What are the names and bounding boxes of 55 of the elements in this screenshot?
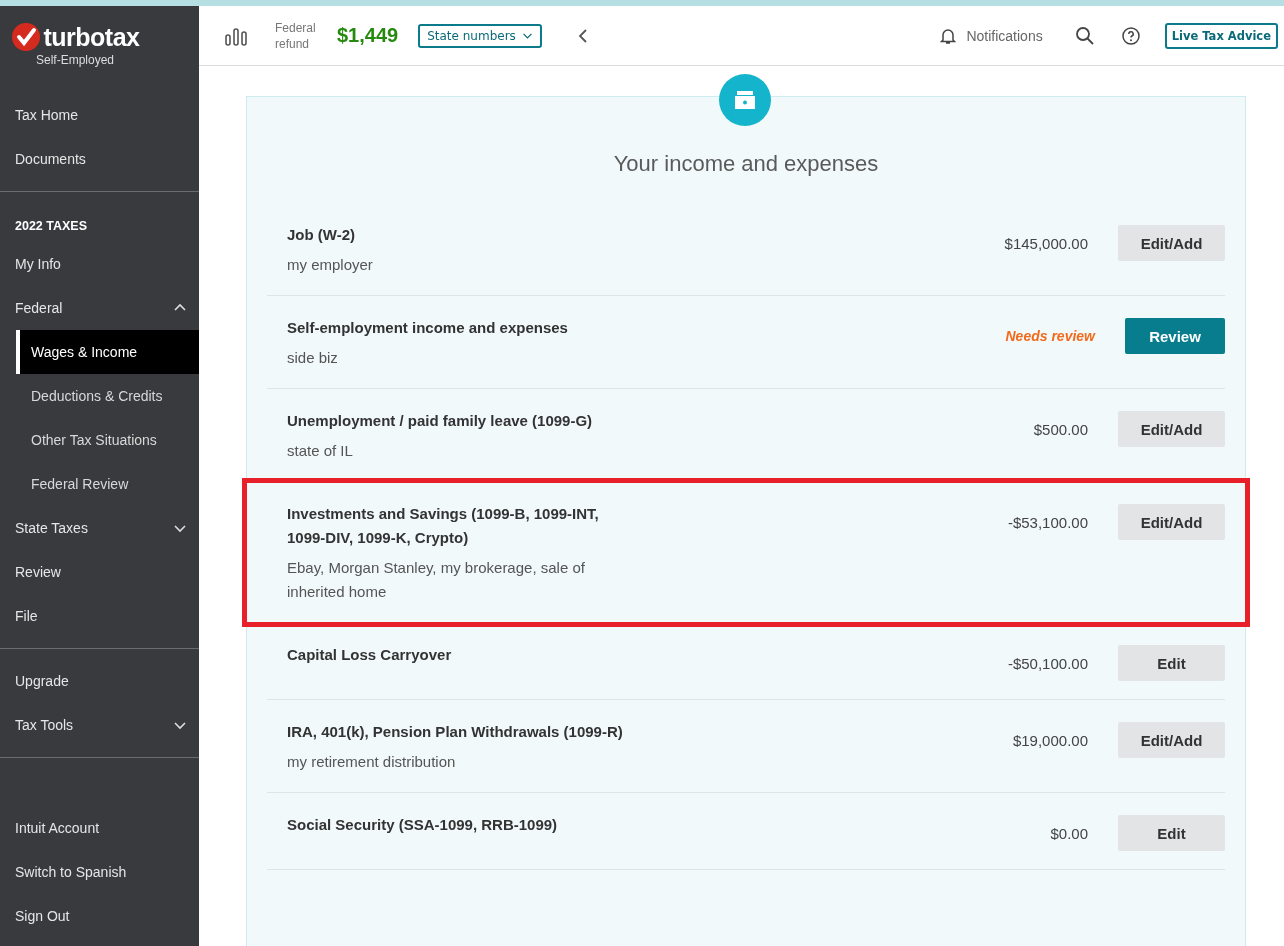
edit-button[interactable]: Edit (1118, 815, 1225, 851)
row-title: Self-employment income and expenses (287, 318, 569, 338)
review-status: Needs review (1005, 327, 1095, 344)
edit-button[interactable]: Edit/Add (1118, 411, 1225, 447)
panel-title: Your income and expenses (612, 151, 880, 177)
edit-button[interactable]: Edit (1118, 645, 1225, 681)
nav-item[interactable]: Upgrade (0, 659, 199, 703)
row-amount: $0.00 (1050, 824, 1088, 842)
checkmark-logo-icon (10, 22, 41, 52)
help-icon[interactable] (1120, 25, 1141, 46)
nav-item[interactable]: Tax Tools (0, 703, 199, 747)
edition-label: Self-Employed (35, 53, 114, 67)
row-amount: -$53,100.00 (1007, 513, 1088, 531)
nav-item[interactable]: Tax Home (0, 93, 199, 137)
row-title: Unemployment / paid family leave (1099-G) (287, 411, 594, 431)
nav-link[interactable]: Intuit Account (0, 806, 199, 850)
live-tax-advice-button[interactable]: Live Tax Advice (1164, 22, 1278, 49)
edit-button[interactable]: Edit/Add (1118, 722, 1225, 758)
nav-item[interactable]: File (0, 594, 199, 638)
row-subtitle: my employer (287, 255, 374, 275)
row-title: Capital Loss Carryover (287, 645, 453, 665)
nav-link[interactable]: Switch to Spanish (0, 850, 199, 894)
bar-chart-icon[interactable] (225, 25, 247, 46)
refund-amount: $1,449 (337, 24, 399, 47)
nav-item[interactable]: My Info (0, 242, 199, 286)
nav-item[interactable]: Wages & Income (16, 330, 199, 374)
search-icon[interactable] (1074, 25, 1095, 46)
row-subtitle: side biz (287, 348, 339, 368)
row-amount: $145,000.00 (1004, 234, 1088, 252)
row-subtitle: state of IL (287, 441, 354, 461)
row-subtitle: my retirement distribution (287, 752, 457, 772)
nav-link[interactable]: Sign Out (0, 894, 199, 938)
nav-item[interactable]: Deductions & Credits (0, 374, 199, 418)
nav-item[interactable]: Review (0, 550, 199, 594)
row-amount: -$50,100.00 (1007, 654, 1088, 672)
row-title: IRA, 401(k), Pension Plan Withdrawals (1099-R) (287, 722, 624, 742)
section-heading: 2022 TAXES (14, 218, 89, 235)
row-amount: $500.00 (1033, 420, 1088, 438)
edit-button[interactable]: Edit/Add (1118, 225, 1225, 261)
row-amount: $19,000.00 (1012, 731, 1088, 749)
nav-item[interactable]: State Taxes (0, 506, 199, 550)
nav-item[interactable]: Documents (0, 137, 199, 181)
state-numbers-button[interactable]: State numbers (418, 23, 542, 48)
edit-button[interactable]: Edit/Add (1118, 504, 1225, 540)
row-title: Investments and Savings (1099-B, 1099-INT, 1099-DIV, 1099-K, Crypto) (287, 504, 600, 548)
review-button[interactable]: Review (1125, 318, 1225, 354)
row-title: Job (W-2) (287, 225, 357, 245)
row-title: Social Security (SSA-1099, RRB-1099) (287, 815, 559, 835)
row-subtitle: Ebay, Morgan Stanley, my brokerage, sale of inherited home (287, 558, 586, 602)
nav-item[interactable]: Other Tax Situations (0, 418, 199, 462)
nav-item[interactable]: Federal Review (0, 462, 199, 506)
nav-item[interactable]: Federal (0, 286, 199, 330)
notifications-link[interactable]: Notifications (966, 27, 1043, 44)
refund-label: Federal refund (275, 19, 317, 52)
logo-text: turbotax (43, 22, 140, 52)
